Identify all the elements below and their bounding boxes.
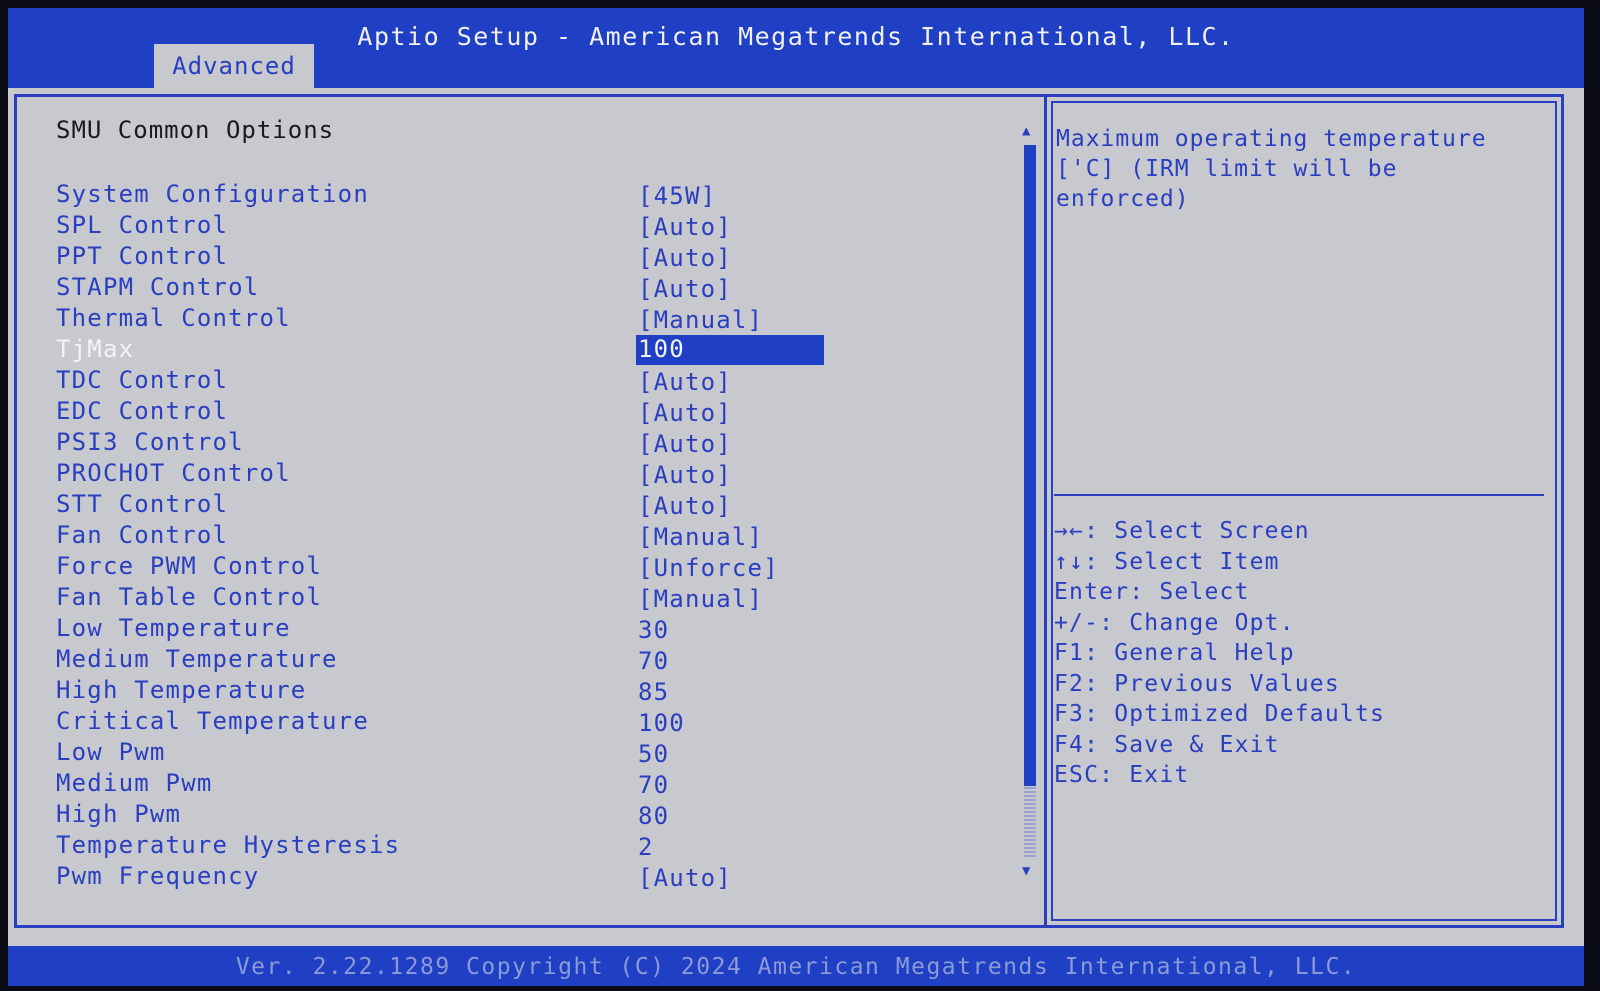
- key-hint: F1: General Help: [1054, 640, 1295, 666]
- setting-label: High Temperature: [56, 676, 307, 704]
- setting-value[interactable]: [Manual]: [638, 585, 763, 613]
- setting-value[interactable]: [Auto]: [638, 368, 732, 396]
- key-legend: →←: Select Screen ↑↓: Select Item Enter: S…: [1054, 518, 1385, 793]
- setting-row[interactable]: Medium Pwm 70: [56, 769, 1016, 800]
- setting-row[interactable]: Low Temperature 30: [56, 614, 1016, 645]
- setting-label: TjMax: [56, 335, 135, 363]
- setting-label: STT Control: [56, 490, 229, 518]
- setting-label: PPT Control: [56, 242, 229, 270]
- key-hint: +/-: Change Opt.: [1054, 609, 1295, 636]
- setting-row[interactable]: Thermal Control [Manual]: [56, 304, 1016, 335]
- setting-label: Fan Table Control: [56, 583, 323, 611]
- scrollbar[interactable]: ▲ ▼: [1020, 123, 1040, 883]
- help-description: Maximum operating temperature ['C] (IRM …: [1056, 126, 1487, 212]
- setting-label: PSI3 Control: [56, 428, 244, 456]
- setting-value[interactable]: [Auto]: [638, 492, 732, 520]
- setting-row[interactable]: EDC Control [Auto]: [56, 397, 1016, 428]
- copyright-text: Ver. 2.22.1289 Copyright (C) 2024 Americ…: [235, 954, 1357, 980]
- setting-row[interactable]: Low Pwm 50: [56, 738, 1016, 769]
- settings-list: System Configuration [45W] SPL Control [Aut…: [56, 180, 1016, 893]
- setting-row[interactable]: High Pwm 80: [56, 800, 1016, 831]
- setting-value[interactable]: [Auto]: [638, 430, 732, 458]
- scroll-down-arrow-icon[interactable]: ▼: [1022, 863, 1030, 879]
- scroll-track[interactable]: [1024, 145, 1036, 857]
- setting-label: SPL Control: [56, 211, 229, 239]
- setting-row[interactable]: Medium Temperature 70: [56, 645, 1016, 676]
- setting-label: System Configuration: [56, 180, 369, 208]
- setting-label: Pwm Frequency: [56, 862, 260, 890]
- help-panel-inner-border: [1051, 101, 1557, 921]
- setting-value[interactable]: [Manual]: [638, 306, 763, 334]
- setting-row[interactable]: TjMax 100: [56, 335, 1016, 366]
- setting-label: Thermal Control: [56, 304, 291, 332]
- setting-label: Temperature Hysteresis: [56, 831, 401, 859]
- section-title: SMU Common Options: [56, 116, 335, 144]
- setting-value[interactable]: [Auto]: [638, 275, 732, 303]
- setting-value[interactable]: 100: [638, 709, 685, 737]
- setting-row[interactable]: High Temperature 85: [56, 676, 1016, 707]
- help-panel: [1044, 94, 1564, 928]
- title-bar: Aptio Setup - American Megatrends Intern…: [8, 8, 1584, 88]
- setting-row[interactable]: PROCHOT Control [Auto]: [56, 459, 1016, 490]
- setting-label: EDC Control: [56, 397, 229, 425]
- setting-label: PROCHOT Control: [56, 459, 291, 487]
- setting-label: Medium Pwm: [56, 769, 213, 797]
- scroll-thumb[interactable]: [1024, 145, 1036, 786]
- setting-value[interactable]: [Auto]: [638, 213, 732, 241]
- key-hint: Enter: Select: [1054, 579, 1250, 605]
- setting-label: Force PWM Control: [56, 552, 323, 580]
- setting-value[interactable]: [Auto]: [638, 461, 732, 489]
- setting-row[interactable]: TDC Control [Auto]: [56, 366, 1016, 397]
- setting-row[interactable]: PSI3 Control [Auto]: [56, 428, 1016, 459]
- setting-value[interactable]: [Manual]: [638, 523, 763, 551]
- setting-row[interactable]: Pwm Frequency [Auto]: [56, 862, 1016, 893]
- setting-label: Fan Control: [56, 521, 229, 549]
- setting-value[interactable]: [45W]: [638, 182, 716, 210]
- setting-value[interactable]: 30: [638, 616, 669, 644]
- setting-value[interactable]: [Unforce]: [638, 554, 779, 582]
- setting-label: Medium Temperature: [56, 645, 338, 673]
- setting-row[interactable]: Fan Table Control [Manual]: [56, 583, 1016, 614]
- setting-value[interactable]: 70: [638, 647, 669, 675]
- key-hint: F2: Previous Values: [1054, 670, 1340, 697]
- setting-label: TDC Control: [56, 366, 229, 394]
- setting-label: Low Pwm: [56, 738, 166, 766]
- bios-screen: Aptio Setup - American Megatrends Intern…: [8, 8, 1584, 986]
- help-divider: [1054, 494, 1544, 496]
- setting-value[interactable]: 80: [638, 802, 669, 830]
- setting-value[interactable]: 50: [638, 740, 669, 768]
- setting-value[interactable]: [Auto]: [638, 244, 732, 272]
- tab-advanced[interactable]: Advanced: [154, 44, 314, 88]
- setting-row[interactable]: Critical Temperature 100: [56, 707, 1016, 738]
- setting-label: STAPM Control: [56, 273, 260, 301]
- key-hint: F4: Save & Exit: [1054, 731, 1280, 758]
- setting-row[interactable]: PPT Control [Auto]: [56, 242, 1016, 273]
- setting-row[interactable]: Temperature Hysteresis 2: [56, 831, 1016, 862]
- setting-row[interactable]: STAPM Control [Auto]: [56, 273, 1016, 304]
- setting-row[interactable]: SPL Control [Auto]: [56, 211, 1016, 242]
- key-hint: ESC: Exit: [1054, 762, 1190, 788]
- footer-bar: Ver. 2.22.1289 Copyright (C) 2024 Americ…: [8, 946, 1584, 986]
- setting-value[interactable]: 100: [636, 335, 824, 365]
- key-hint: ↑↓: Select Item: [1054, 548, 1280, 575]
- setting-row[interactable]: Force PWM Control [Unforce]: [56, 552, 1016, 583]
- scroll-up-arrow-icon[interactable]: ▲: [1022, 123, 1030, 139]
- setting-value[interactable]: [Auto]: [638, 864, 732, 892]
- setting-label: High Pwm: [56, 800, 182, 828]
- setting-label: Critical Temperature: [56, 707, 369, 735]
- key-hint: F3: Optimized Defaults: [1054, 701, 1386, 727]
- setting-label: Low Temperature: [56, 614, 291, 642]
- setting-value[interactable]: 85: [638, 678, 669, 706]
- setting-row[interactable]: STT Control [Auto]: [56, 490, 1016, 521]
- key-hint: →←: Select Screen: [1054, 518, 1310, 544]
- setting-value[interactable]: 70: [638, 771, 669, 799]
- setting-value[interactable]: 2: [638, 833, 654, 861]
- setting-row[interactable]: Fan Control [Manual]: [56, 521, 1016, 552]
- setting-row[interactable]: System Configuration [45W]: [56, 180, 1016, 211]
- setting-value[interactable]: [Auto]: [638, 399, 732, 427]
